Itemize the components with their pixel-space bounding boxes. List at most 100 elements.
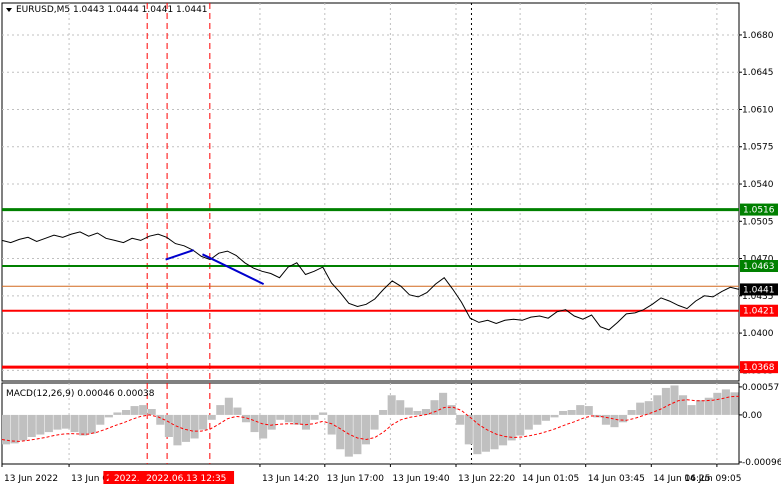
macd-histogram-bar [327, 414, 336, 435]
x-tick-label: 14 Jun 09:05 [684, 474, 741, 484]
macd-histogram-bar [627, 410, 636, 415]
macd-histogram-bar [353, 414, 362, 455]
price-y-tick-label: 1.0680 [742, 31, 774, 41]
macd-histogram-bar [447, 405, 456, 415]
chart-window[interactable]: 1.0680 1.0645 1.0610 1.0575 1.0540 1.0505 1.04… [0, 0, 781, 489]
macd-histogram-bar [250, 414, 259, 433]
macd-histogram-bar [61, 414, 71, 429]
macd-histogram-bar [96, 414, 105, 425]
x-tick-label: 13 Jun 19:40 [392, 474, 449, 484]
chart-title: EURUSD,M5 1.0443 1.0444 1.0441 1.0441 [16, 5, 208, 15]
price-y-tick-label: 1.0505 [742, 217, 774, 227]
macd-histogram-bar [199, 414, 208, 430]
macd-histogram-bar [267, 414, 276, 430]
macd-histogram-bar [19, 414, 28, 441]
macd-histogram-bar [113, 412, 122, 415]
macd-histogram-bar [524, 414, 533, 430]
level-tag-label: 1.0368 [743, 363, 775, 373]
macd-histogram-bar [370, 414, 379, 430]
macd-histogram-bar [147, 409, 156, 415]
x-tick-label: 13 Jun 14:20 [262, 474, 319, 484]
macd-histogram-bar [610, 414, 619, 428]
macd-histogram-bar [190, 414, 199, 439]
macd-histogram-bar [70, 414, 79, 433]
price-y-tick-label: 1.0575 [742, 143, 774, 153]
macd-histogram-bar [387, 395, 396, 415]
macd-histogram-bar [104, 414, 113, 418]
macd-histogram-bar [27, 414, 36, 437]
macd-histogram-bar [456, 414, 465, 425]
macd-histogram-bar [636, 402, 645, 415]
macd-histogram-bar [156, 414, 165, 425]
x-tick-label: 13 Jun 22:20 [458, 474, 515, 484]
x-tick-label: 13 Jun 2022 [4, 474, 58, 484]
macd-histogram-bar [661, 387, 670, 415]
macd-histogram-bar [533, 414, 542, 425]
macd-histogram-bar [216, 405, 225, 415]
macd-histogram-bar [336, 414, 345, 450]
macd-y-tick-label: 0.00 [742, 411, 762, 421]
macd-histogram-bar [541, 414, 550, 421]
macd-histogram-bar [173, 414, 182, 446]
macd-histogram-bar [679, 395, 688, 415]
time-marker-label: 2022.06.13 12:35 [146, 474, 226, 484]
price-pane-frame [1, 2, 740, 382]
macd-histogram-bar [404, 407, 413, 415]
macd-y-tick-label: 0.00057 [742, 383, 779, 393]
macd-histogram-bar [499, 414, 508, 446]
macd-histogram-bar [421, 409, 430, 415]
macd-histogram-bar [79, 414, 88, 436]
macd-histogram-bar [507, 414, 516, 441]
macd-histogram-bar [721, 389, 730, 415]
price-y-tick-label: 1.0645 [742, 68, 774, 78]
macd-histogram-bar [516, 414, 525, 436]
macd-histogram-bar [207, 414, 216, 420]
macd-histogram-bar [301, 414, 311, 430]
macd-histogram-bar [130, 406, 139, 415]
macd-histogram-bar [567, 410, 576, 415]
macd-histogram-bar [439, 392, 448, 415]
macd-histogram-bar [36, 414, 45, 435]
macd-histogram-bar [396, 400, 405, 415]
macd-histogram-bar [379, 410, 388, 415]
macd-histogram-bar [233, 407, 242, 415]
symbol-menu-icon[interactable] [6, 8, 12, 12]
macd-histogram-bar [44, 414, 53, 433]
macd-histogram-bar [619, 414, 628, 423]
macd-histogram-bar [139, 405, 148, 415]
x-tick-label: 13 Jun 17:00 [327, 474, 384, 484]
macd-histogram-bar [259, 414, 268, 439]
macd-histogram-bar [584, 406, 593, 415]
macd-histogram-bar [276, 414, 285, 420]
level-tag-label: 1.0463 [743, 262, 775, 272]
macd-histogram-bar [121, 410, 131, 415]
x-tick-label: 14 Jun 03:45 [588, 474, 645, 484]
macd-histogram-bar [224, 397, 233, 415]
trend-line[interactable] [165, 249, 194, 261]
macd-histogram-bar [687, 405, 696, 415]
macd-histogram-bar [481, 414, 490, 452]
macd-histogram-bar [413, 410, 422, 415]
macd-histogram-bar [87, 414, 96, 434]
macd-histogram-bar [696, 400, 705, 415]
price-y-tick-label: 1.0540 [742, 180, 774, 190]
macd-histogram-bar [293, 414, 302, 425]
level-tag-label: 1.0516 [743, 206, 775, 216]
current-price-label: 1.0441 [743, 285, 775, 295]
macd-histogram-bar [53, 414, 62, 430]
macd-histogram-bar [559, 410, 568, 415]
macd-histogram-bar [576, 405, 585, 415]
macd-histogram-bar [164, 414, 173, 437]
level-tag-label: 1.0421 [743, 307, 775, 317]
price-y-tick-label: 1.0610 [742, 105, 774, 115]
macd-histogram-bar [713, 392, 722, 415]
macd-histogram-bar [10, 414, 19, 444]
macd-histogram-bar [550, 414, 559, 418]
chart-svg[interactable]: 1.0680 1.0645 1.0610 1.0575 1.0540 1.0505 1.04… [0, 0, 781, 489]
price-line [1, 231, 740, 331]
macd-histogram-bar [319, 412, 328, 415]
macd-title: MACD(12,26,9) 0.00046 0.00038 [6, 389, 155, 399]
macd-histogram-bar [284, 414, 293, 423]
macd-histogram-bar [310, 414, 319, 420]
macd-histogram-bar [670, 385, 679, 415]
